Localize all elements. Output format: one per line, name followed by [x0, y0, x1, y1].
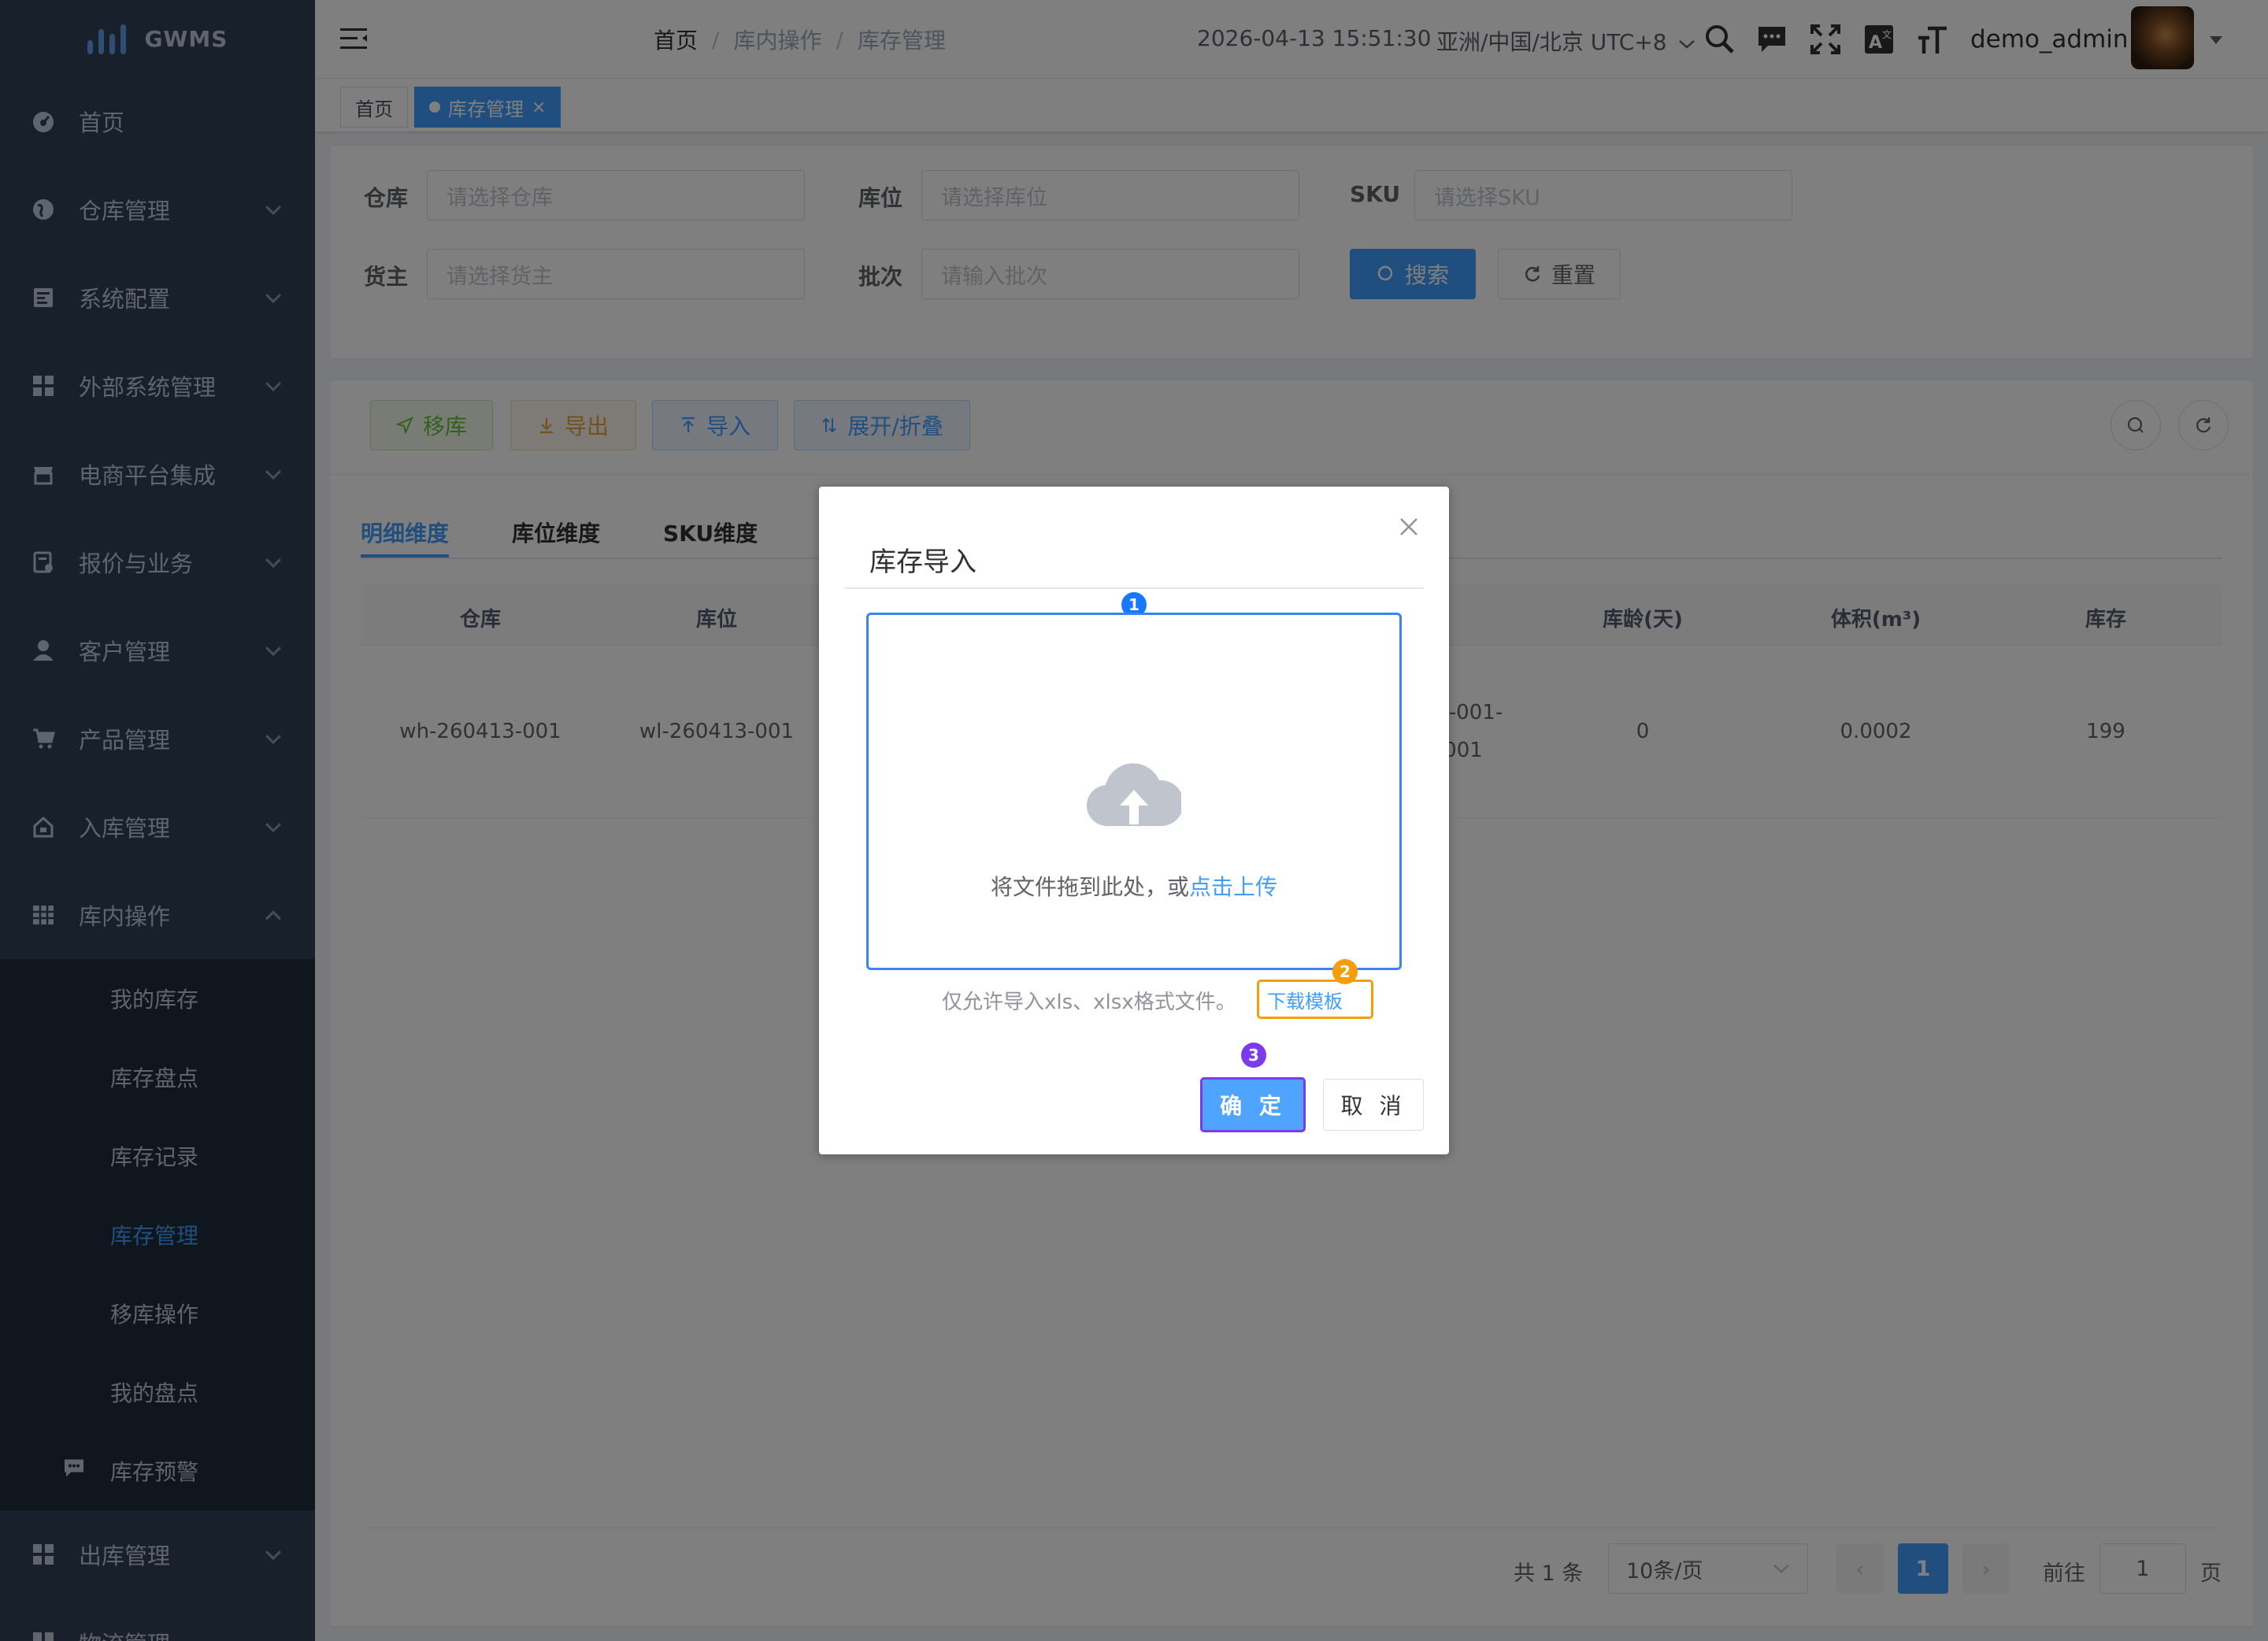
dropzone-hint: 将文件拖到此处，或 — [990, 874, 1189, 900]
badge-number: 3 — [1248, 1046, 1259, 1065]
badge-number: 1 — [1128, 595, 1140, 614]
dialog-title: 库存导入 — [869, 546, 976, 578]
upload-dropzone[interactable]: 将文件拖到此处，或点击上传 — [866, 613, 1402, 970]
upload-cloud-icon — [1087, 763, 1181, 827]
confirm-button[interactable]: 确 定 — [1200, 1077, 1306, 1132]
inventory-import-dialog: 库存导入 1 将文件拖到此处，或点击上传 2 仅允许导入xls、xlsx格式文件… — [819, 487, 1449, 1154]
badge-number: 2 — [1340, 962, 1351, 981]
close-icon[interactable] — [1397, 515, 1421, 539]
file-format-tip: 仅允许导入xls、xlsx格式文件。 — [942, 991, 1236, 1014]
step-badge-3: 3 — [1241, 1043, 1266, 1068]
click-upload-link[interactable]: 点击上传 — [1189, 874, 1277, 900]
dropzone-text: 将文件拖到此处，或点击上传 — [869, 870, 1399, 902]
download-template-link[interactable]: 下载模板 — [1257, 980, 1373, 1019]
cancel-button[interactable]: 取 消 — [1323, 1079, 1424, 1131]
